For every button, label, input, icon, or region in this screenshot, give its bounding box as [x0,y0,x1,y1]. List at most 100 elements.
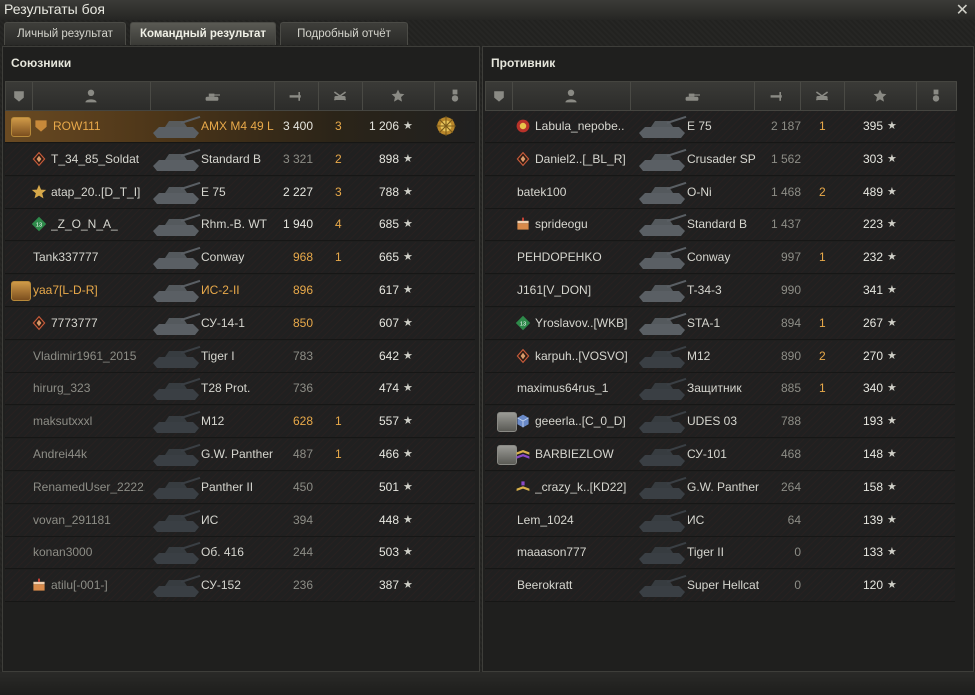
player-row[interactable]: ROW111 AMX M4 49 L3 400 3 1 206 ★ [5,111,475,143]
header-platoon[interactable] [6,82,33,110]
player-name[interactable]: _Z_O_N_A_ [51,209,145,240]
player-row[interactable]: Labula_nepobe.. E 75 2 187 1 395 ★ [485,111,955,143]
player-row[interactable]: sprideogu Standard B 1 437 223 ★ [485,209,955,242]
tank-icon [153,345,201,368]
header-damage[interactable] [274,82,319,110]
player-name[interactable]: sprideogu [535,209,631,240]
player-row[interactable]: 13 Yroslavov..[WKB] STA-1 894 1 267 ★ [485,307,955,340]
player-name[interactable]: Yroslavov..[WKB] [535,308,631,339]
header-damage[interactable] [754,82,801,110]
allies-title: Союзники [11,56,72,70]
player-row[interactable]: maximus64rus_1 Защитник 885 1 340 ★ [485,373,955,406]
xp-value: 685 [378,217,399,232]
header-kills[interactable] [800,82,845,110]
player-name[interactable]: atap_20..[D_T_I] [51,177,145,208]
player-name[interactable]: Beerokratt [517,570,631,601]
player-name[interactable]: Daniel2..[_BL_R] [535,144,631,175]
player-name[interactable]: T_34_85_Soldat [51,144,145,175]
close-icon[interactable]: ✕ [956,0,969,20]
player-row[interactable]: Beerokratt Super Hellcat 0 120 ★ [485,570,955,603]
player-name[interactable]: Lem_1024 [517,505,631,536]
player-row[interactable]: PEHDOPEHKO Conway 997 1 232 ★ [485,242,955,275]
player-name[interactable]: maaason777 [517,537,631,568]
platoon-icon [11,117,31,137]
player-name[interactable]: atilu[-001-] [51,570,145,601]
player-name[interactable]: geeerla..[C_0_D] [535,406,631,437]
player-row[interactable]: atilu[-001-] СУ-152 236 387 ★ [5,570,475,603]
player-row[interactable]: karpuh..[VOSVO] M12 890 2 270 ★ [485,340,955,373]
player-name[interactable]: BARBIEZLOW [535,439,631,470]
player-name[interactable]: Vladimir1961_2015 [33,341,145,372]
player-row[interactable]: T_34_85_Soldat Standard B3 321 2 898 ★ [5,143,475,176]
player-name[interactable]: Tank337777 [33,242,145,273]
damage-value: 1 940 [282,217,313,232]
player-name[interactable]: vovan_291181 [33,505,145,536]
tab-detailed[interactable]: Подробный отчёт [280,22,408,45]
player-name[interactable]: J161[V_DON] [517,275,631,306]
header-tank[interactable] [150,82,275,110]
player-row[interactable]: 13 _Z_O_N_A_ Rhm.-B. WT 1 940 4 685 ★ [5,209,475,242]
player-row[interactable]: vovan_291181 ИС 394 448 ★ [5,504,475,537]
player-name[interactable]: karpuh..[VOSVO] [535,341,631,372]
tank-icon [153,575,201,598]
player-name[interactable]: maximus64rus_1 [517,373,631,404]
header-medal[interactable] [916,82,957,110]
red-rank-icon [516,119,530,133]
tank-icon [639,181,687,204]
player-name[interactable]: PEHDOPEHKO [517,242,631,273]
player-name[interactable]: Andrei44k [33,439,145,470]
tab-personal[interactable]: Личный результат [4,22,126,45]
header-kills[interactable] [318,82,363,110]
player-row[interactable]: 7773777 СУ-14-1 850 607 ★ [5,307,475,340]
xp-star-icon: ★ [887,480,897,493]
player-row[interactable]: Andrei44k G.W. Panther 487 1 466 ★ [5,439,475,471]
player-row[interactable]: J161[V_DON] T-34-3 990 341 ★ [485,275,955,307]
player-row[interactable]: atap_20..[D_T_I] E 75 2 227 3 788 ★ [5,176,475,209]
xp-value: 133 [862,545,883,560]
header-xp-star[interactable] [844,82,917,110]
player-row[interactable]: maaason777 Tiger II 0 133 ★ [485,537,955,570]
header-tank[interactable] [630,82,755,110]
player-row[interactable]: _crazy_k..[KD22] G.W. Panther 264 158 ★ [485,471,955,504]
xp-star-icon: ★ [887,284,897,296]
tab-team[interactable]: Командный результат [130,22,276,45]
player-name[interactable]: _crazy_k..[KD22] [535,472,631,503]
player-row[interactable]: maksutxxxl M12 628 1 557 ★ [5,406,475,439]
player-name[interactable]: hirurg_323 [33,373,145,404]
damage-value: 394 [292,512,313,527]
xp-star-icon: ★ [403,579,413,592]
header-xp-star[interactable] [362,82,435,110]
player-name[interactable]: 7773777 [51,308,145,339]
player-row[interactable]: Tank337777 Conway 968 1 665 ★ [5,242,475,275]
xp-value: 501 [378,479,399,494]
header-player[interactable] [512,82,631,110]
player-name[interactable]: maksutxxxl [33,406,145,437]
xp-star-icon: ★ [887,185,897,198]
gold-shield-icon [35,120,47,132]
player-row[interactable]: yaa7[L-D-R] ИС-2-II 896 617 ★ [5,275,475,307]
player-name[interactable]: Labula_nepobe.. [535,111,631,142]
player-row[interactable]: Lem_1024 ИС 64 139 ★ [485,504,955,537]
kills-value: 1 [819,315,826,330]
player-name[interactable]: ROW111 [53,111,145,142]
header-platoon[interactable] [486,82,513,110]
enemies-title: Противник [491,56,556,70]
kills-value [819,537,835,568]
player-row[interactable]: konan3000 Об. 416 244 503 ★ [5,537,475,570]
header-player[interactable] [32,82,151,110]
tank-icon [639,345,687,368]
player-row[interactable]: hirurg_323 T28 Prot. 736 474 ★ [5,373,475,406]
player-row[interactable]: geeerla..[C_0_D] UDES 03 788 193 ★ [485,406,955,439]
player-row[interactable]: Vladimir1961_2015 Tiger I 783 642 ★ [5,340,475,373]
header-medal[interactable] [434,82,477,110]
player-name[interactable]: yaa7[L-D-R] [33,275,145,306]
player-name[interactable]: batek100 [517,177,631,208]
player-row[interactable]: Daniel2..[_BL_R] Crusader SP 1 562 303 ★ [485,143,955,176]
player-row[interactable]: batek100 O-Ni 1 468 2 489 ★ [485,176,955,209]
player-name[interactable]: RenamedUser_2222.. [33,472,145,503]
green-rank-icon: 13 [515,315,531,330]
player-name[interactable]: konan3000 [33,537,145,568]
player-row[interactable]: RenamedUser_2222.. Panther II 450 501 ★ [5,471,475,504]
player-row[interactable]: BARBIEZLOW СУ-101 468 148 ★ [485,439,955,471]
medal-icon[interactable] [435,115,457,137]
